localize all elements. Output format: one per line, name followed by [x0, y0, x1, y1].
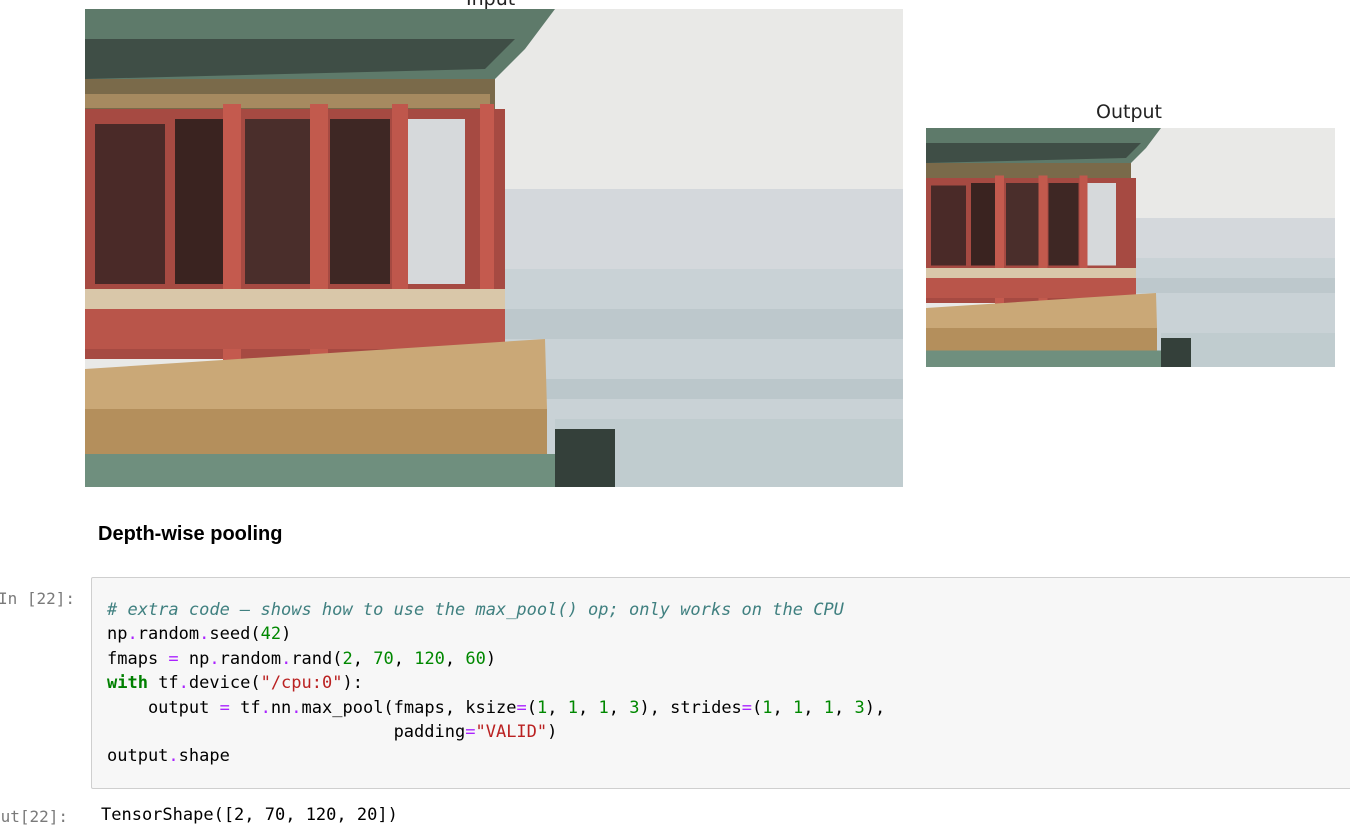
code-line-6: padding="VALID")	[107, 722, 558, 743]
output-image	[926, 128, 1335, 367]
code-line-1: # extra code – shows how to use the max_…	[107, 600, 844, 620]
output-figure-title: Output	[1096, 101, 1162, 123]
code-line-2: np.random.seed(42)	[107, 624, 292, 645]
code-line-7: output.shape	[107, 746, 230, 767]
cell-output: TensorShape([2, 70, 120, 20])	[101, 805, 398, 825]
code-line-4: with tf.device("/cpu:0"):	[107, 673, 363, 694]
output-prompt: Out[22]:	[0, 807, 69, 826]
markdown-heading: Depth-wise pooling	[98, 523, 283, 545]
code-line-5: output = tf.nn.max_pool(fmaps, ksize=(1,…	[107, 697, 886, 718]
code-block[interactable]: # extra code – shows how to use the max_…	[107, 598, 885, 769]
code-cell-editor[interactable]: # extra code – shows how to use the max_…	[91, 577, 1350, 789]
code-line-3: fmaps = np.random.rand(2, 70, 120, 60)	[107, 648, 497, 669]
input-image	[85, 9, 903, 487]
input-prompt: In [22]:	[0, 589, 76, 608]
